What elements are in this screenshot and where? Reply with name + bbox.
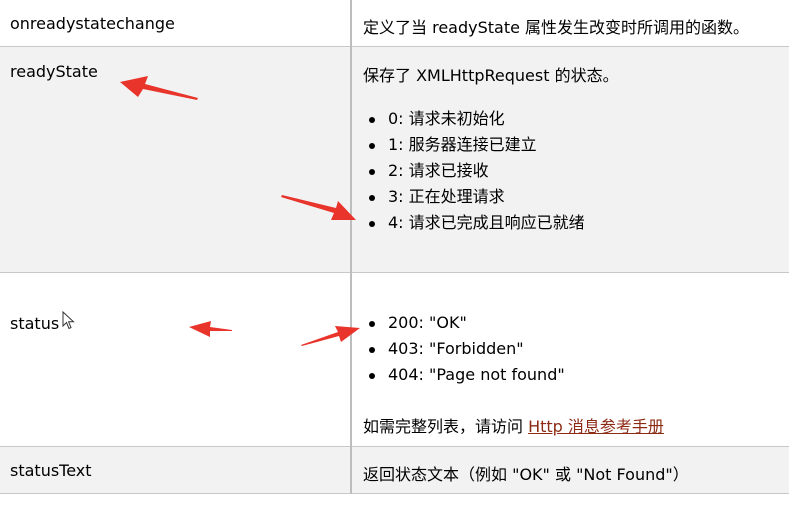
- list-item: 2: 请求已接收: [363, 158, 585, 184]
- http-reference-link[interactable]: Http 消息参考手册: [528, 417, 664, 436]
- status-list: 200: "OK" 403: "Forbidden" 404: "Page no…: [363, 310, 565, 388]
- property-name: statusText: [10, 461, 92, 480]
- property-name: readyState: [10, 62, 98, 81]
- list-item: 404: "Page not found": [363, 362, 565, 388]
- list-item: 200: "OK": [363, 310, 565, 336]
- list-item: 1: 服务器连接已建立: [363, 132, 585, 158]
- list-item: 3: 正在处理请求: [363, 184, 585, 210]
- table-row-status: status 200: "OK" 403: "Forbidden" 404: "…: [0, 273, 789, 446]
- table-row-readystate: readyState 保存了 XMLHttpRequest 的状态。 0: 请求…: [0, 47, 789, 272]
- property-description: 保存了 XMLHttpRequest 的状态。: [363, 66, 619, 85]
- table-row-statustext: statusText 返回状态文本（例如 "OK" 或 "Not Found"）: [0, 447, 789, 493]
- table-row-onreadystatechange: onreadystatechange 定义了当 readyState 属性发生改…: [0, 0, 789, 46]
- readystate-list: 0: 请求未初始化 1: 服务器连接已建立 2: 请求已接收 3: 正在处理请求…: [363, 106, 585, 236]
- property-description: 返回状态文本（例如 "OK" 或 "Not Found"）: [363, 465, 689, 484]
- property-name: onreadystatechange: [10, 14, 175, 33]
- property-name: status: [10, 314, 60, 333]
- status-note: 如需完整列表，请访问 Http 消息参考手册: [363, 413, 664, 437]
- list-item: 0: 请求未初始化: [363, 106, 585, 132]
- list-item: 403: "Forbidden": [363, 336, 565, 362]
- row-divider: [0, 493, 789, 494]
- column-divider: [350, 0, 352, 494]
- list-item: 4: 请求已完成且响应已就绪: [363, 210, 585, 236]
- mouse-pointer-icon: [62, 311, 75, 330]
- note-text: 如需完整列表，请访问: [363, 417, 529, 436]
- property-description: 定义了当 readyState 属性发生改变时所调用的函数。: [363, 18, 750, 37]
